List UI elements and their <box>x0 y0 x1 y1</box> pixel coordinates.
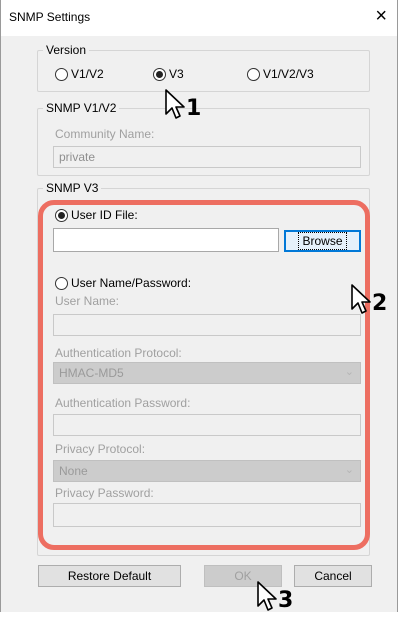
callout-3-number: 3 <box>278 588 294 613</box>
radio-v1v2[interactable]: V1/V2 <box>55 67 104 81</box>
restore-default-label: Restore Default <box>67 569 152 583</box>
snmp-v3-legend: SNMP V3 <box>43 181 102 195</box>
radio-v1v2v3-label: V1/V2/V3 <box>263 67 314 81</box>
radio-v1v2-indicator[interactable] <box>55 67 68 81</box>
radio-v3[interactable]: V3 <box>153 67 184 81</box>
callout-2: 2 <box>350 283 398 319</box>
radio-v1v2-label: V1/V2 <box>71 67 104 81</box>
cancel-button[interactable]: Cancel <box>294 565 372 587</box>
radio-v3-indicator[interactable] <box>153 67 166 81</box>
mouse-pointer-icon <box>165 89 185 119</box>
dialog-title: SNMP Settings <box>9 10 91 24</box>
radio-v3-label: V3 <box>169 67 184 81</box>
close-icon[interactable]: × <box>375 5 387 27</box>
snmp-v1v2-legend: SNMP V1/V2 <box>43 101 120 115</box>
callout-1-number: 1 <box>186 96 202 121</box>
title-bar: SNMP Settings × <box>1 0 397 36</box>
callout-2-number: 2 <box>372 291 388 316</box>
mouse-pointer-icon <box>351 284 371 314</box>
community-name-field[interactable]: private <box>53 146 361 168</box>
ok-label: OK <box>234 569 252 583</box>
mouse-pointer-icon <box>257 581 277 611</box>
snmp-v3-highlight <box>38 200 370 550</box>
community-name-label: Community Name: <box>55 127 155 141</box>
radio-v1v2v3[interactable]: V1/V2/V3 <box>247 67 314 81</box>
version-legend: Version <box>43 43 90 57</box>
cancel-label: Cancel <box>314 569 352 583</box>
callout-1: 1 <box>164 88 212 124</box>
restore-default-button[interactable]: Restore Default <box>38 565 181 587</box>
callout-3: 3 <box>256 580 304 616</box>
radio-v1v2v3-indicator[interactable] <box>247 67 260 81</box>
